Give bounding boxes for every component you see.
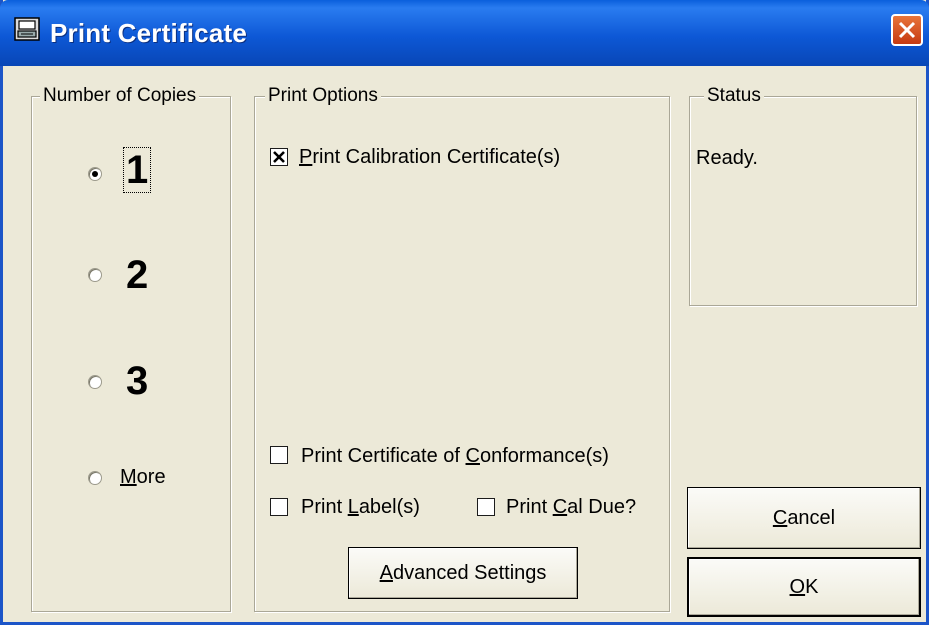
title-bar[interactable]: Print Certificate [0,0,929,66]
checkbox[interactable] [270,498,288,516]
checkbox[interactable] [477,498,495,516]
print-calibration-label: Print Calibration Certificate(s) [299,146,561,168]
close-button[interactable] [891,14,923,46]
checkbox[interactable] [270,148,288,166]
radio-button[interactable] [88,471,102,485]
status-legend: Status [704,85,764,107]
copies-more-label: More [120,466,166,488]
status-groupbox: Status Ready. [689,85,917,306]
check-mark-icon [273,151,285,163]
cancel-button[interactable]: Cancel [687,487,921,549]
window-title: Print Certificate [50,18,248,48]
print-options-legend: Print Options [265,85,381,107]
copies-legend: Number of Copies [40,85,200,107]
print-cal-due-label: Print Cal Due? [506,496,637,518]
radio-button[interactable] [88,375,102,389]
checkbox[interactable] [270,446,288,464]
printer-icon [14,17,40,41]
print-certificate-dialog: Print Certificate Number of Copies 1 2 3… [0,0,929,625]
copies-1-label: 1 [122,147,152,193]
copies-2-label: 2 [126,253,149,297]
print-options-groupbox: Print Options Print Calibration Certific… [254,85,670,612]
radio-button[interactable] [88,268,102,282]
print-conformance-label: Print Certificate of Conformance(s) [301,445,609,467]
print-label-label: Print Label(s) [301,496,420,518]
ok-button[interactable]: OK [687,557,921,617]
close-icon [898,21,916,39]
radio-button[interactable] [88,167,102,181]
copies-groupbox: Number of Copies 1 2 3 More [31,85,231,612]
status-text: Ready. [696,147,758,169]
advanced-settings-button[interactable]: Advanced Settings [348,547,578,599]
copies-3-label: 3 [126,359,149,403]
